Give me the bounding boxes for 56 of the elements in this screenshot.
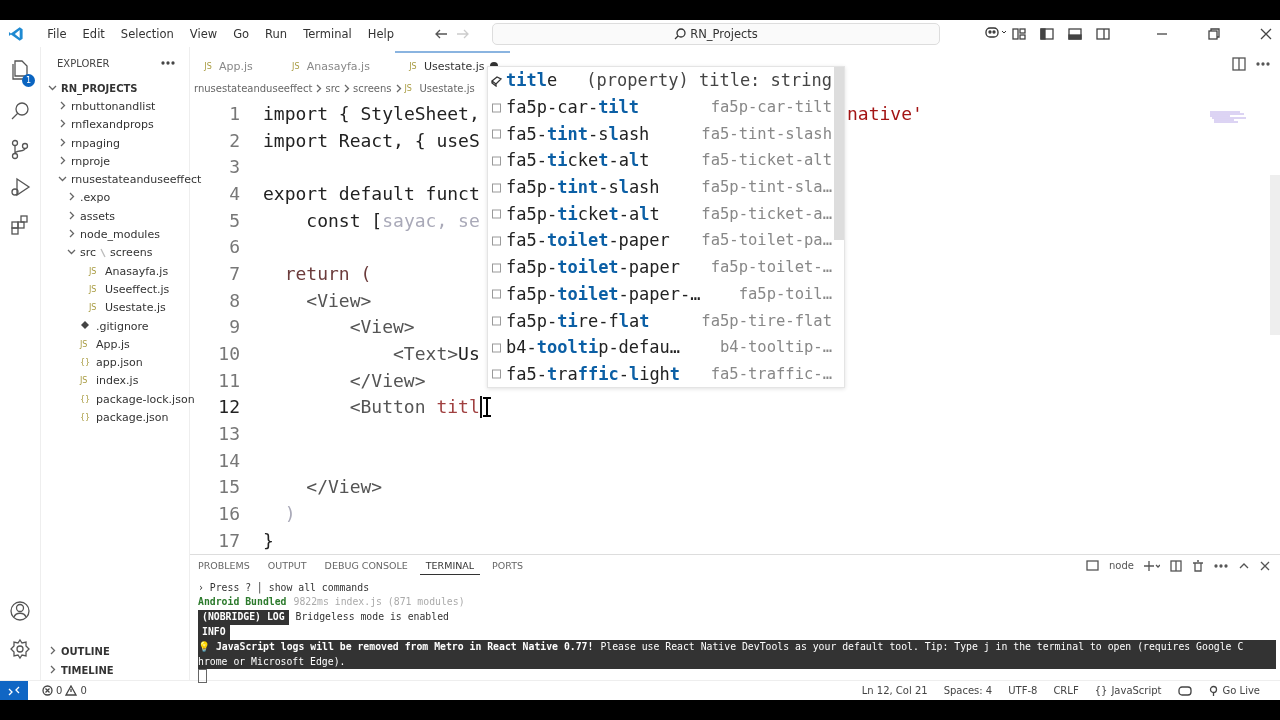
file-type-label: JS xyxy=(404,83,413,93)
terminal-text: (NOBRIDGE) LOG xyxy=(198,610,289,626)
file-type-label: JS xyxy=(408,61,418,71)
terminal-text: INFO xyxy=(198,625,230,640)
notification-badge: 1 xyxy=(22,74,35,87)
line-number: 16 xyxy=(217,503,240,525)
terminal-text: Bridgeless mode is enabled xyxy=(295,610,449,625)
line-number: 3 xyxy=(228,156,240,178)
code-text: <Button xyxy=(349,396,426,418)
code-text: sayac, se xyxy=(382,209,480,231)
line-number: 15 xyxy=(217,476,240,498)
file-type-label: JS xyxy=(89,303,98,313)
file-type-label: JS xyxy=(203,61,213,71)
file-type-label: JS xyxy=(89,284,98,294)
file-type-label: JS xyxy=(80,376,89,386)
file-type-label: JS xyxy=(89,266,98,276)
line-number: 13 xyxy=(217,423,240,445)
code-text: native' xyxy=(847,102,923,124)
terminal-text: 💡 JavaScript logs will be removed from Metro in React Native 0.77! xyxy=(198,639,594,654)
code-text: export default funct xyxy=(263,182,480,204)
line-number: 10 xyxy=(217,343,240,365)
line-number: 17 xyxy=(217,529,240,551)
code-text: <Text> xyxy=(393,343,459,365)
terminal-text: 9822ms index.js (871 modules) xyxy=(293,595,465,610)
code-text: return ( xyxy=(284,262,372,284)
line-number: 1 xyxy=(228,102,240,124)
terminal-text: › Press ? │ show all commands xyxy=(198,580,370,596)
line-number: 14 xyxy=(217,449,240,471)
code-text: </View> xyxy=(349,369,426,391)
line-number: 6 xyxy=(228,236,240,258)
code-text: const [ xyxy=(306,209,383,231)
code-text: titl xyxy=(435,396,480,418)
code-text: ) xyxy=(284,503,296,525)
line-number: 9 xyxy=(228,316,240,338)
code-text: } xyxy=(263,529,274,551)
line-number: 5 xyxy=(228,209,240,231)
code-text: </View> xyxy=(306,476,383,498)
terminal-text: Please use React Native DevTools as your default tool. Tip: Type j in the terminal to open (requires Google C xyxy=(600,639,1244,654)
line-number: 4 xyxy=(228,182,240,204)
line-number: 8 xyxy=(228,289,240,311)
sidebar-title: EXPLORER xyxy=(57,57,110,69)
line-number: 11 xyxy=(217,369,240,391)
terminal-text: hrome or Microsoft Edge). xyxy=(198,654,346,669)
code-text: import React, { useS xyxy=(263,129,480,151)
file-type-label: JS xyxy=(290,61,301,71)
terminal-text: Android Bundled xyxy=(198,595,287,610)
code-text: <View> xyxy=(306,289,372,311)
code-text: Us xyxy=(458,343,480,365)
line-number: 7 xyxy=(228,262,240,284)
file-type-label: {} xyxy=(80,394,92,404)
file-type-label: JS xyxy=(80,339,89,349)
code-text: import { StyleSheet, xyxy=(263,102,480,124)
file-type-label: {} xyxy=(80,413,92,422)
line-number: 2 xyxy=(228,129,240,151)
file-type-label: {} xyxy=(80,358,92,368)
code-text: <View> xyxy=(349,316,415,338)
